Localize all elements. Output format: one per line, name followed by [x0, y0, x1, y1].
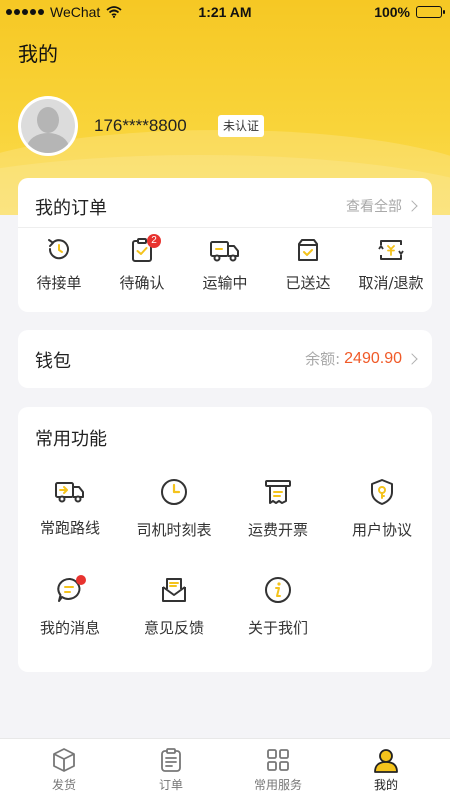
- balance-amount: 2490.90: [344, 349, 402, 367]
- function-label: 运费开票: [247, 521, 308, 539]
- order-status-label: 待接单: [36, 274, 82, 292]
- tab-orders[interactable]: 订单: [115, 747, 227, 793]
- avatar[interactable]: [18, 96, 78, 156]
- unread-dot: [76, 575, 86, 585]
- verify-status-badge[interactable]: 未认证: [218, 115, 265, 137]
- tab-label: 我的: [373, 778, 398, 792]
- function-label: 我的消息: [39, 619, 100, 637]
- status-bar: WeChat 1:21 AM 100%: [0, 0, 450, 24]
- shield-key-icon: [371, 479, 393, 505]
- order-status-label: 运输中: [202, 274, 248, 292]
- chevron-right-icon: [406, 200, 418, 212]
- person-icon: [374, 749, 398, 773]
- function-about-us[interactable]: 关于我们: [226, 575, 330, 638]
- tab-label: 订单: [158, 778, 183, 792]
- function-freight-invoice[interactable]: 运费开票: [226, 477, 330, 540]
- cube-icon: [53, 748, 75, 772]
- function-label: 常跑路线: [39, 519, 100, 537]
- order-status-label: 取消/退款: [358, 274, 424, 292]
- functions-title: 常用功能: [35, 429, 107, 450]
- info-icon: [265, 577, 291, 603]
- tab-ship[interactable]: 发货: [8, 747, 120, 793]
- order-count-badge: 2: [147, 234, 161, 248]
- orders-title: 我的订单: [35, 198, 107, 219]
- common-functions-card: 常用功能 常跑路线 司机时刻表 运费开票 用户协议 我的消息 意见反馈 关于我们: [18, 407, 432, 672]
- function-feedback[interactable]: 意见反馈: [122, 575, 226, 638]
- order-status-delivered[interactable]: 已送达: [267, 236, 349, 293]
- refund-icon: [378, 240, 404, 260]
- function-label: 用户协议: [351, 521, 412, 539]
- grid-icon: [267, 749, 289, 771]
- battery-percent: 100%: [374, 4, 410, 20]
- divider: [18, 227, 432, 228]
- order-status-pending-confirm[interactable]: 2 待确认: [101, 234, 183, 293]
- page-title: 我的: [18, 42, 58, 66]
- clipboard-icon: [161, 748, 181, 772]
- bottom-tab-bar: 发货 订单 常用服务 我的: [0, 738, 450, 800]
- order-status-cancel-refund[interactable]: 取消/退款: [350, 236, 432, 293]
- balance-label: 余额:: [305, 350, 341, 368]
- wallet-title: 钱包: [35, 351, 71, 372]
- see-all-orders-link[interactable]: 查看全部: [346, 196, 418, 216]
- wallet-balance: 余额: 2490.90: [305, 348, 418, 369]
- truck-icon: [210, 241, 239, 262]
- tab-mine[interactable]: 我的: [330, 747, 442, 793]
- function-my-messages[interactable]: 我的消息: [18, 575, 122, 638]
- wallet-card[interactable]: 钱包 余额: 2490.90: [18, 330, 432, 388]
- chevron-right-icon: [406, 352, 418, 365]
- envelope-icon: [162, 578, 186, 602]
- order-status-label: 待确认: [119, 274, 165, 292]
- function-label: 意见反馈: [143, 619, 204, 637]
- function-frequent-routes[interactable]: 常跑路线: [18, 477, 122, 538]
- refresh-clock-icon: [48, 239, 69, 260]
- function-user-agreement[interactable]: 用户协议: [330, 477, 434, 540]
- order-status-in-transit[interactable]: 运输中: [184, 236, 266, 293]
- invoice-icon: [265, 480, 291, 504]
- order-status-label: 已送达: [285, 274, 331, 292]
- my-orders-card: 我的订单 查看全部 待接单 2 待确认 运输中 已送达 取消/退款: [18, 178, 432, 312]
- truck-route-icon: [55, 482, 84, 503]
- clock-icon: [161, 479, 187, 505]
- tab-label: 发货: [51, 778, 76, 792]
- battery-icon: [416, 6, 445, 18]
- see-all-label: 查看全部: [346, 199, 402, 215]
- tab-label: 常用服务: [253, 778, 302, 792]
- phone-number: 176****8800: [94, 116, 187, 135]
- function-label: 关于我们: [247, 619, 308, 637]
- function-label: 司机时刻表: [136, 521, 212, 539]
- order-status-pending-accept[interactable]: 待接单: [18, 236, 100, 293]
- function-driver-schedule[interactable]: 司机时刻表: [122, 477, 226, 540]
- tab-services[interactable]: 常用服务: [222, 747, 334, 793]
- box-check-icon: [298, 239, 318, 261]
